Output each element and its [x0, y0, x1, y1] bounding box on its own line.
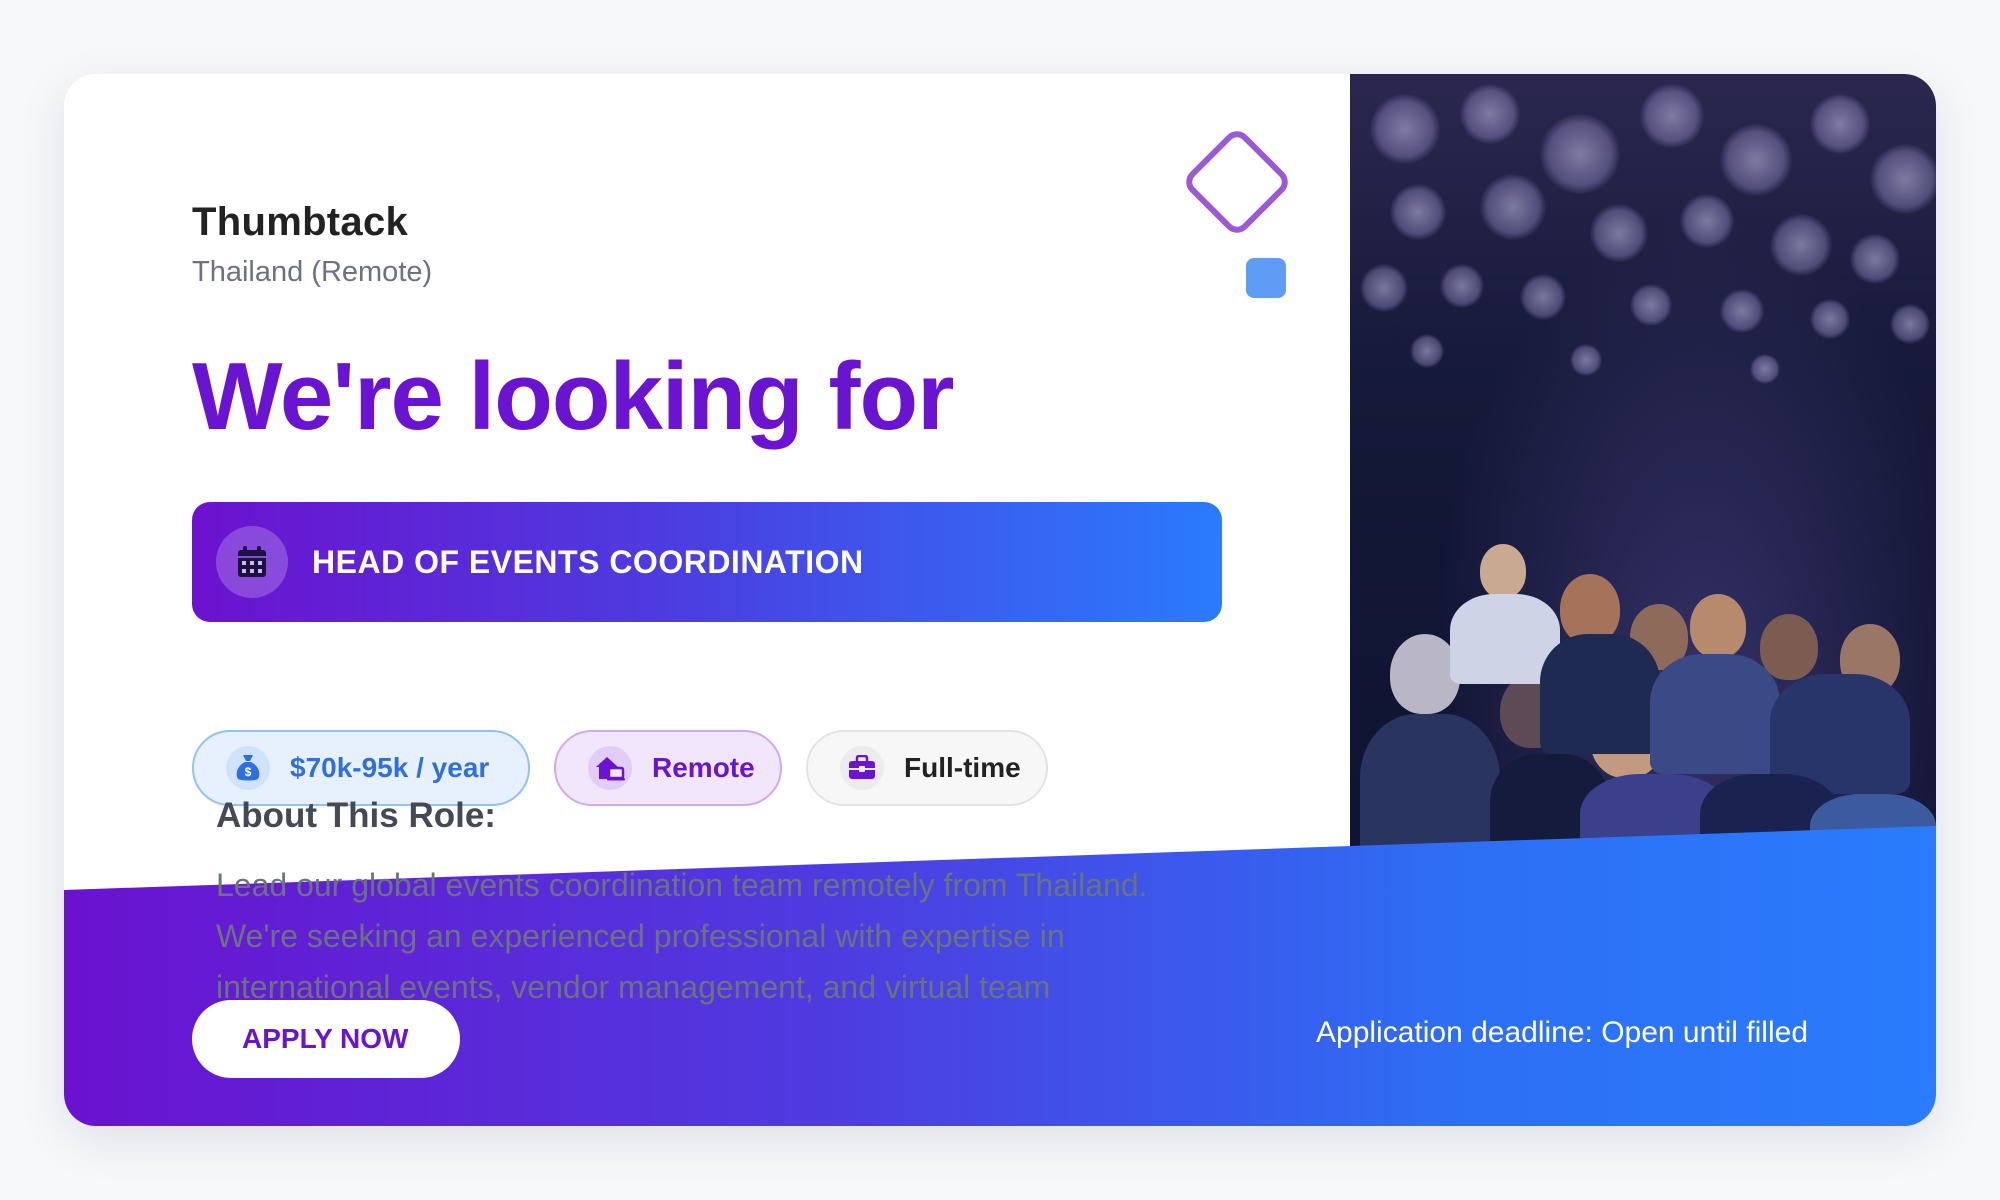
svg-text:$: $	[245, 765, 252, 779]
salary-tag: $ $70k-95k / year	[192, 730, 530, 806]
briefcase-icon	[840, 746, 884, 790]
remote-tag: Remote	[554, 730, 782, 806]
about-title: About This Role:	[216, 796, 496, 835]
square-decoration	[1246, 258, 1286, 298]
job-title-banner: HEAD OF EVENTS COORDINATION	[192, 502, 1222, 622]
headline: We're looking for	[192, 343, 954, 450]
job-posting-card: Thumbtack Thailand (Remote) We're lookin…	[64, 74, 1936, 1126]
home-office-icon	[588, 746, 632, 790]
job-title: HEAD OF EVENTS COORDINATION	[312, 543, 864, 580]
calendar-icon	[216, 526, 288, 598]
event-audience-photo	[1350, 74, 1936, 874]
apply-now-button[interactable]: APPLY NOW	[192, 1000, 460, 1078]
company-location: Thailand (Remote)	[192, 256, 433, 288]
employment-type-tag: Full-time	[806, 730, 1048, 806]
application-deadline: Application deadline: Open until filled	[1316, 1016, 1808, 1049]
company-name: Thumbtack	[192, 200, 409, 244]
salary-label: $70k-95k / year	[290, 752, 490, 783]
money-bag-icon: $	[226, 746, 270, 790]
diamond-decoration	[1180, 125, 1294, 239]
employment-type-label: Full-time	[904, 752, 1021, 783]
remote-label: Remote	[652, 752, 755, 783]
